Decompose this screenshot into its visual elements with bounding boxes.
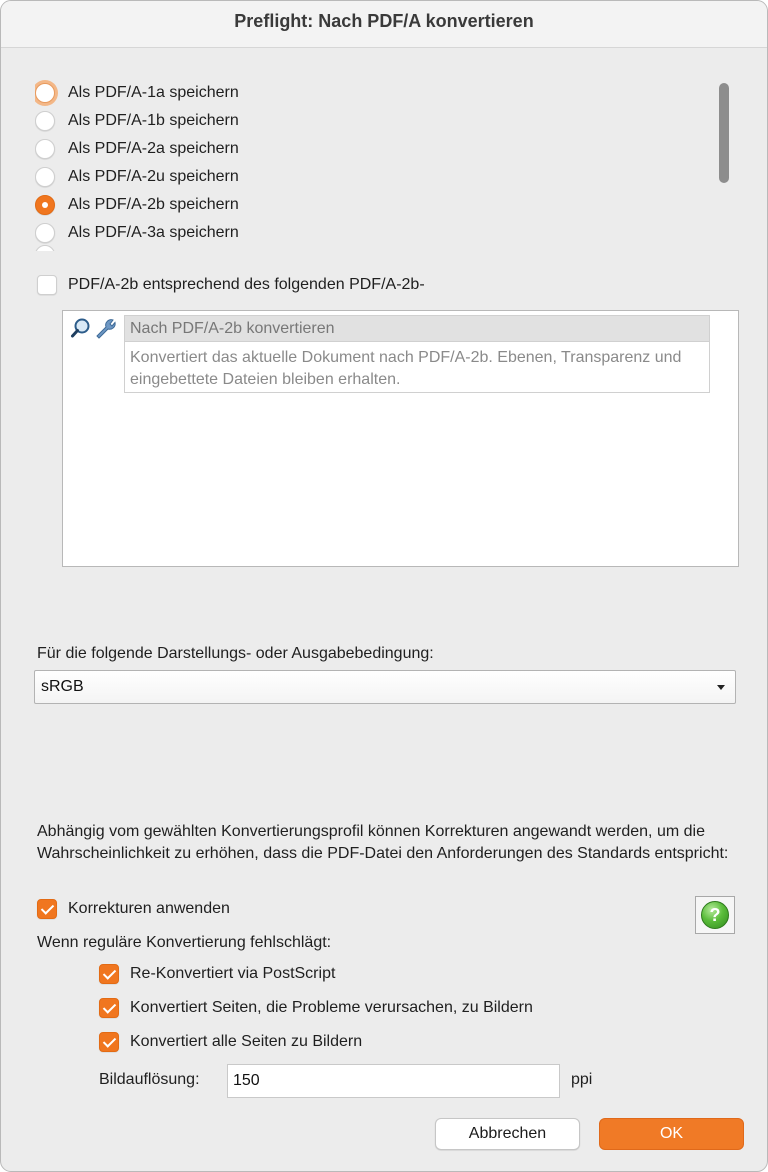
problem-pages-checkbox[interactable] [99, 998, 119, 1018]
output-condition-label: Für die folgende Darstellungs- oder Ausg… [37, 645, 434, 662]
radio-button[interactable] [35, 111, 55, 131]
radio-button[interactable] [35, 83, 55, 103]
radio-button[interactable] [35, 195, 55, 215]
profile-check-row[interactable]: PDF/A-2b entsprechend des folgenden PDF/… [37, 275, 425, 295]
fallback-option-postscript[interactable]: Re-Konvertiert via PostScript [99, 964, 335, 984]
chevron-down-icon [717, 685, 725, 690]
ok-button[interactable]: OK [599, 1118, 744, 1150]
radio-option-pdfa-2b[interactable]: Als PDF/A-2b speichern [35, 192, 239, 218]
radio-button[interactable] [35, 139, 55, 159]
conformance-radio-list: Als PDF/A-1a speichern Als PDF/A-1b spei… [35, 79, 735, 251]
radio-option-pdfa-1a[interactable]: Als PDF/A-1a speichern [35, 80, 239, 106]
list-scrollbar[interactable] [719, 83, 729, 183]
fallback-option-label: Re-Konvertiert via PostScript [130, 965, 336, 982]
radio-option-pdfa-1b[interactable]: Als PDF/A-1b speichern [35, 108, 239, 134]
dialog-title: Preflight: Nach PDF/A konvertieren [234, 11, 534, 31]
resolution-label: Bildauflösung: [99, 1071, 200, 1088]
corrections-description: Abhängig vom gewählten Konvertierungspro… [37, 823, 729, 862]
select-value: sRGB [41, 678, 84, 695]
wrench-icon [96, 319, 116, 339]
radio-button[interactable] [35, 167, 55, 187]
apply-corrections-checkbox[interactable] [37, 899, 57, 919]
help-icon: ? [701, 901, 729, 929]
magnifier-icon [71, 318, 90, 338]
profile-item-description: Konvertiert das aktuelle Dokument nach P… [124, 342, 710, 393]
radio-button[interactable] [35, 223, 55, 243]
radio-label: Als PDF/A-2a speichern [68, 140, 239, 157]
cancel-button[interactable]: Abbrechen [435, 1118, 580, 1150]
help-button[interactable]: ? [695, 896, 735, 934]
fallback-option-all-pages[interactable]: Konvertiert alle Seiten zu Bildern [99, 1032, 362, 1052]
all-pages-checkbox[interactable] [99, 1032, 119, 1052]
title-bar[interactable]: Preflight: Nach PDF/A konvertieren [1, 1, 767, 48]
fallback-option-label: Konvertiert Seiten, die Probleme verursa… [130, 999, 533, 1016]
radio-option-pdfa-3a[interactable]: Als PDF/A-3a speichern [35, 220, 239, 246]
profile-checkbox[interactable] [37, 275, 57, 295]
fallback-option-problem-pages[interactable]: Konvertiert Seiten, die Probleme verursa… [99, 998, 533, 1018]
resolution-input[interactable] [227, 1064, 560, 1098]
apply-corrections-row[interactable]: Korrekturen anwenden [37, 899, 230, 919]
resolution-unit: ppi [571, 1071, 593, 1088]
profile-list[interactable]: Nach PDF/A-2b konvertieren Konvertiert d… [62, 310, 739, 567]
radio-option-pdfa-2u[interactable]: Als PDF/A-2u speichern [35, 164, 239, 190]
fallback-heading: Wenn reguläre Konvertierung fehlschlägt: [37, 934, 332, 951]
profile-icons [70, 317, 118, 339]
radio-label: Als PDF/A-1a speichern [68, 84, 239, 101]
radio-label: Als PDF/A-2u speichern [68, 168, 239, 185]
profile-check-label: PDF/A-2b entsprechend des folgenden PDF/… [68, 276, 425, 293]
fallback-option-label: Konvertiert alle Seiten zu Bildern [130, 1033, 363, 1050]
radio-label: Als PDF/A-1b speichern [68, 112, 239, 129]
radio-label: Als PDF/A-2b speichern [68, 196, 239, 213]
radio-option-pdfa-2a[interactable]: Als PDF/A-2a speichern [35, 136, 239, 162]
output-condition-select[interactable]: sRGB [34, 670, 736, 704]
profile-item-name[interactable]: Nach PDF/A-2b konvertieren [124, 315, 710, 342]
preflight-dialog: Preflight: Nach PDF/A konvertieren Als P… [0, 0, 768, 1172]
radio-label: Als PDF/A-3a speichern [68, 224, 239, 241]
apply-corrections-label: Korrekturen anwenden [68, 900, 230, 917]
postscript-checkbox[interactable] [99, 964, 119, 984]
